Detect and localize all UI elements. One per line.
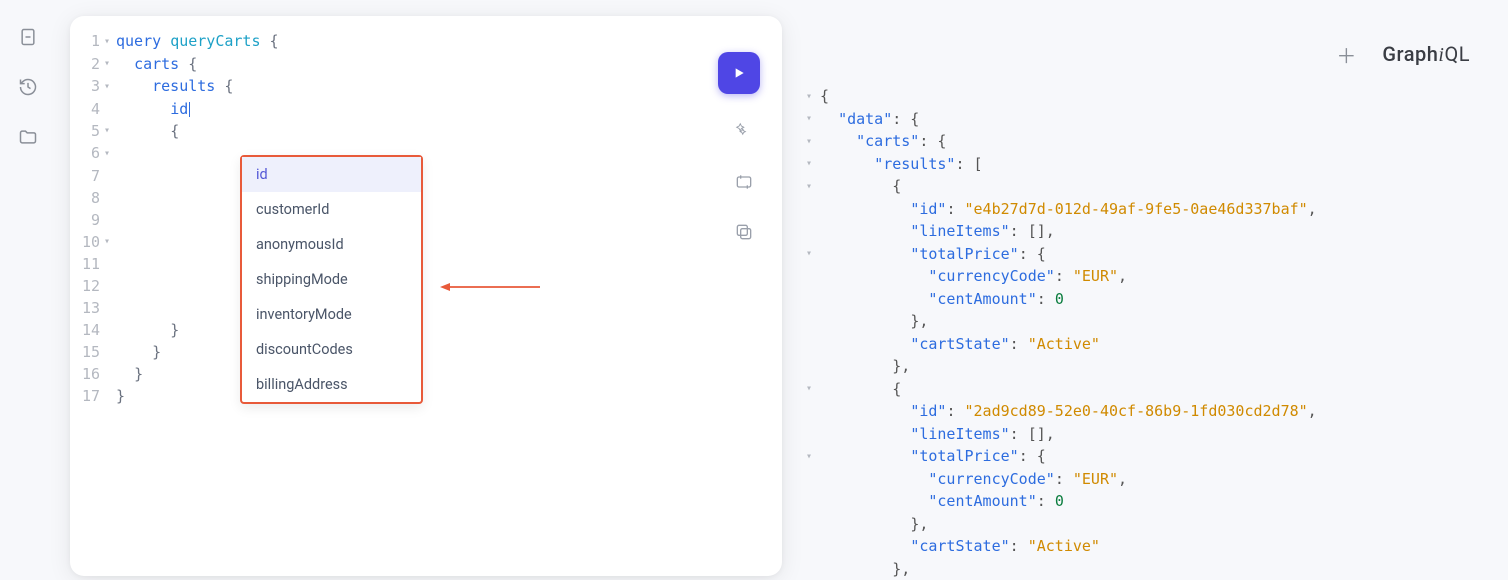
new-tab-button[interactable]: ＋ [1328, 36, 1364, 73]
response-json-viewer[interactable]: ▾{▾ "data": {▾ "carts": {▾ "results": [▾… [806, 85, 1498, 580]
left-icon-rail [0, 0, 56, 580]
autocomplete-item[interactable]: customerId [242, 192, 421, 227]
graphiql-logo: GraphiQL [1382, 42, 1470, 67]
annotation-arrow [440, 281, 540, 293]
autocomplete-item[interactable]: discountCodes [242, 332, 421, 367]
autocomplete-item[interactable]: anonymousId [242, 227, 421, 262]
query-editor[interactable]: 1▾query queryCarts {2▾ carts {3▾ results… [70, 30, 782, 407]
folder-icon[interactable] [17, 126, 39, 148]
merge-icon[interactable] [734, 172, 754, 192]
copy-icon[interactable] [734, 222, 754, 242]
history-icon[interactable] [17, 76, 39, 98]
response-panel: ＋ GraphiQL ▾{▾ "data": {▾ "carts": {▾ "r… [782, 16, 1508, 580]
docs-icon[interactable] [17, 26, 39, 48]
autocomplete-popup[interactable]: idcustomerIdanonymousIdshippingModeinven… [240, 155, 423, 404]
main-area: 1▾query queryCarts {2▾ carts {3▾ results… [56, 0, 1508, 580]
autocomplete-item[interactable]: id [242, 157, 421, 192]
autocomplete-item[interactable]: shippingMode [242, 262, 421, 297]
editor-tool-column [734, 122, 754, 242]
autocomplete-item[interactable]: billingAddress [242, 367, 421, 402]
autocomplete-item[interactable]: inventoryMode [242, 297, 421, 332]
query-editor-panel: 1▾query queryCarts {2▾ carts {3▾ results… [70, 16, 782, 576]
execute-query-button[interactable] [718, 52, 760, 94]
prettify-icon[interactable] [734, 122, 754, 142]
play-icon [731, 65, 747, 81]
